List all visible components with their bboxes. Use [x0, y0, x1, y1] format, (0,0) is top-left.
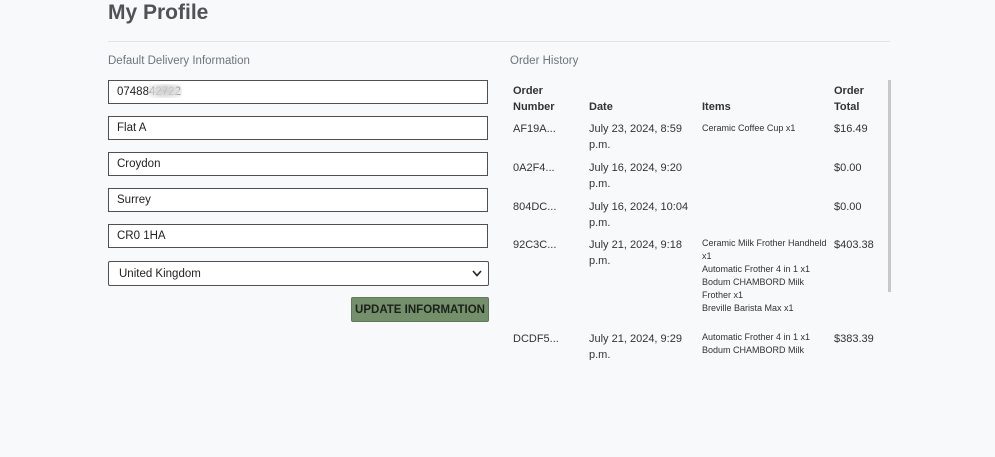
order-item: Ceramic Coffee Cup x1 [702, 123, 796, 133]
order-date-line2: p.m. [589, 217, 611, 229]
order-number[interactable]: 0A2F4... [513, 160, 555, 176]
order-date-line2: p.m. [589, 255, 611, 267]
order-date-line2: p.m. [589, 139, 611, 151]
order-date-line1: July 23, 2024, 8:59 [589, 123, 682, 135]
col-header-order-total-line1: Order [834, 85, 864, 97]
order-date-line1: July 21, 2024, 9:18 [589, 239, 682, 251]
delivery-heading: Default Delivery Information [108, 55, 250, 67]
country-select-value: United Kingdom [119, 267, 201, 280]
order-items: Ceramic Coffee Cup x1 [702, 122, 795, 135]
order-item: Bodum CHAMBORD Milk [702, 277, 805, 287]
order-date: July 16, 2024, 10:04 p.m. [589, 199, 688, 231]
order-date-line1: July 16, 2024, 9:20 [589, 162, 682, 174]
update-information-button[interactable]: UPDATE INFORMATION [351, 297, 489, 322]
order-history-scrollbar[interactable] [888, 80, 891, 292]
col-header-order-number-line1: Order [513, 85, 543, 97]
col-header-items: Items [702, 101, 731, 113]
col-header-order-total-line2: Total [834, 101, 860, 113]
phone-field[interactable] [108, 80, 488, 104]
order-date-line2: p.m. [589, 178, 611, 190]
order-date-line1: July 21, 2024, 9:29 [589, 333, 682, 345]
order-date: July 23, 2024, 8:59 p.m. [589, 121, 682, 153]
order-number[interactable]: 92C3C... [513, 237, 556, 253]
country-select[interactable]: United Kingdom [108, 261, 489, 286]
address-line-field[interactable] [108, 116, 488, 140]
order-item: Bodum CHAMBORD Milk [702, 345, 805, 355]
order-item: x1 [702, 251, 712, 261]
order-number[interactable]: 804DC... [513, 199, 556, 215]
order-item: Automatic Frother 4 in 1 x1 [702, 332, 811, 342]
order-items: Automatic Frother 4 in 1 x1 Bodum CHAMBO… [702, 331, 810, 357]
order-total: $16.49 [834, 123, 868, 135]
city-field[interactable] [108, 152, 488, 176]
order-item: Automatic Frother 4 in 1 x1 [702, 264, 811, 274]
order-history-table[interactable]: Order Number Date Items Order Total AF19… [510, 80, 892, 360]
order-date: July 21, 2024, 9:29 p.m. [589, 331, 682, 360]
order-number[interactable]: DCDF5... [513, 331, 559, 347]
order-item: Ceramic Milk Frother Handheld [702, 238, 827, 248]
order-total: $403.38 [834, 239, 874, 251]
order-items: Ceramic Milk Frother Handheld x1 Automat… [702, 237, 827, 315]
order-total: $0.00 [834, 162, 862, 174]
col-header-order-number-line2: Number [513, 101, 555, 113]
col-header-order-total: Order Total [834, 83, 864, 115]
page-title: My Profile [108, 1, 209, 24]
order-date-line2: p.m. [589, 349, 611, 360]
chevron-down-icon [472, 269, 482, 279]
postcode-field[interactable] [108, 224, 488, 248]
order-history-heading: Order History [510, 55, 579, 67]
order-total: $0.00 [834, 201, 862, 213]
order-number[interactable]: AF19A... [513, 121, 556, 137]
order-total: $383.39 [834, 333, 874, 345]
order-date-line1: July 16, 2024, 10:04 [589, 201, 689, 213]
title-divider [108, 41, 890, 42]
col-header-date: Date [589, 101, 613, 113]
order-item: Frother x1 [702, 290, 744, 300]
order-date: July 16, 2024, 9:20 p.m. [589, 160, 682, 192]
col-header-order-number: Order Number [513, 83, 555, 115]
county-field[interactable] [108, 188, 488, 212]
order-date: July 21, 2024, 9:18 p.m. [589, 237, 682, 269]
order-item: Breville Barista Max x1 [702, 303, 794, 313]
